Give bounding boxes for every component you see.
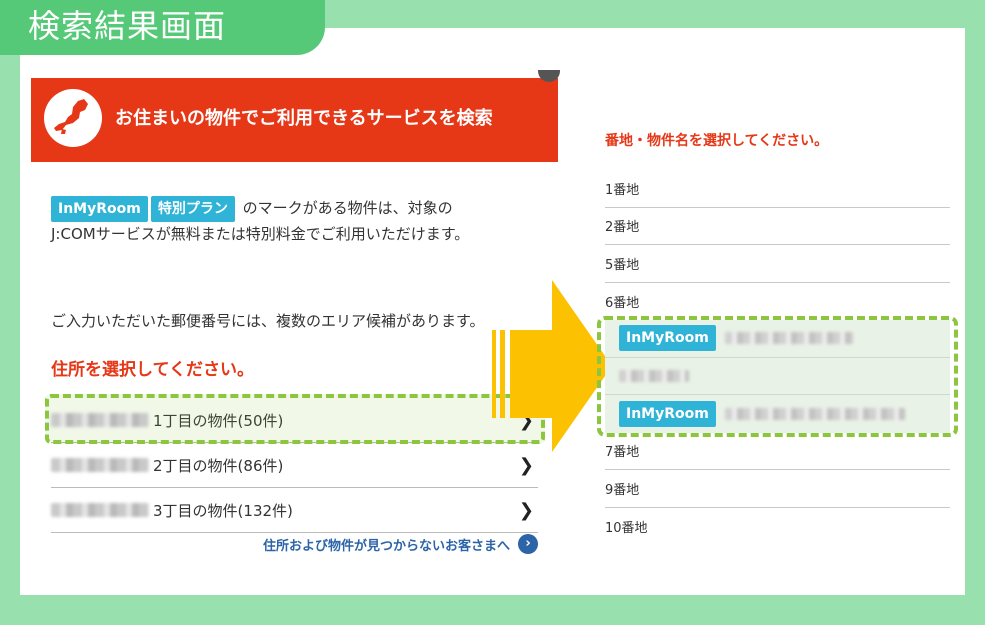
lot-row[interactable]: 6番地 xyxy=(605,283,950,321)
close-button[interactable] xyxy=(538,70,560,82)
blurred-address xyxy=(51,503,149,517)
lot-row[interactable]: 10番地 xyxy=(605,508,950,546)
inmyroom-badge: InMyRoom xyxy=(619,325,716,352)
property-row-1[interactable]: InMyRoom xyxy=(605,320,950,358)
intro-text: InMyRoom 特別プラン のマークがある物件は、対象の J:COMサービスが無… xyxy=(51,196,551,246)
intro-line-1: のマークがある物件は、対象の xyxy=(242,199,453,217)
chevron-right-icon: ❯ xyxy=(518,500,534,521)
select-lot-heading: 番地・物件名を選択してください。 xyxy=(605,133,829,149)
left-search-screen: お住まいの物件でご利用できるサービスを検索 InMyRoom 特別プラン のマーク… xyxy=(31,70,560,568)
property-row-3[interactable]: InMyRoom xyxy=(605,395,950,433)
address-label: 3丁目の物件(132件) xyxy=(153,501,293,520)
select-address-heading: 住所を選択してください。 xyxy=(51,360,254,380)
inmyroom-badge: InMyRoom xyxy=(619,400,716,427)
lot-row[interactable]: 7番地 xyxy=(605,433,950,470)
transition-arrow xyxy=(492,280,612,452)
search-header: お住まいの物件でご利用できるサービスを検索 xyxy=(31,70,560,162)
address-row-1[interactable]: 1丁目の物件(50件) ❯ xyxy=(45,394,545,444)
lot-row[interactable]: 1番地 xyxy=(605,170,950,208)
lot-row[interactable]: 9番地 xyxy=(605,470,950,508)
multiple-area-notice: ご入力いただいた郵便番号には、複数のエリア候補があります。 xyxy=(51,312,485,330)
special-plan-badge: 特別プラン xyxy=(150,196,235,222)
address-row-3[interactable]: 3丁目の物件(132件) ❯ xyxy=(51,488,538,533)
address-label: 2丁目の物件(86件) xyxy=(153,456,284,475)
page-title: 検索結果画面 xyxy=(0,0,325,55)
property-row-2[interactable] xyxy=(605,358,950,395)
inmyroom-badge: InMyRoom xyxy=(51,196,148,222)
not-found-link-label: 住所および物件が見つからないお客さまへ xyxy=(262,538,510,554)
highlighted-properties: InMyRoom InMyRoom xyxy=(597,316,958,437)
circle-arrow-icon: › xyxy=(518,534,538,554)
lot-row[interactable]: 5番地 xyxy=(605,245,950,283)
japan-map-icon xyxy=(44,89,102,147)
blurred-property-name xyxy=(724,407,905,420)
blurred-address xyxy=(51,413,149,427)
lot-row[interactable]: 2番地 xyxy=(605,208,950,245)
address-label: 1丁目の物件(50件) xyxy=(153,411,284,430)
lot-select-screen: 番地・物件名を選択してください。 1番地 2番地 5番地 6番地 InMyRoo… xyxy=(597,130,958,546)
intro-line-2: J:COMサービスが無料または特別料金でご利用いただけます。 xyxy=(51,225,470,243)
search-header-title: お住まいの物件でご利用できるサービスを検索 xyxy=(115,108,493,129)
blurred-property-name xyxy=(724,332,853,345)
blurred-address xyxy=(51,458,149,472)
address-row-2[interactable]: 2丁目の物件(86件) ❯ xyxy=(51,443,538,488)
address-list: 1丁目の物件(50件) ❯ 2丁目の物件(86件) ❯ 3丁目の物件(132件)… xyxy=(45,394,545,533)
blurred-property-name xyxy=(619,369,689,382)
chevron-right-icon: ❯ xyxy=(518,455,534,476)
not-found-link[interactable]: 住所および物件が見つからないお客さまへ › xyxy=(263,534,538,554)
